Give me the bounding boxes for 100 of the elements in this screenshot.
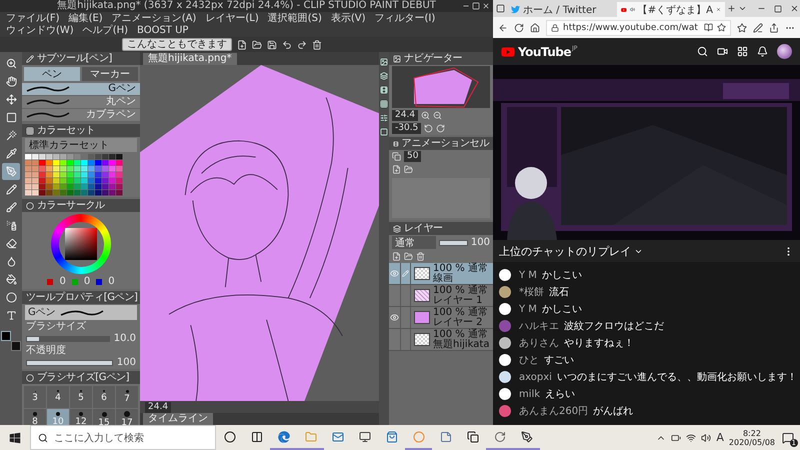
zoom-icon bbox=[6, 58, 16, 69]
brush-size-option[interactable]: 7 bbox=[116, 386, 138, 408]
brush-size-option[interactable]: 3 bbox=[24, 386, 46, 408]
share-icon[interactable] bbox=[769, 22, 779, 32]
timeline-tab[interactable]: タイムライン bbox=[143, 413, 213, 425]
brush-size-option[interactable]: 5 bbox=[70, 386, 92, 408]
layer-mode: 100 % 通常 bbox=[433, 286, 488, 296]
star-icon[interactable] bbox=[717, 23, 726, 32]
layer-row[interactable]: 100 % 通常 レイヤー 2 bbox=[389, 307, 493, 329]
layer-mode: 100 % 通常 bbox=[433, 330, 488, 340]
home-icon[interactable] bbox=[530, 22, 540, 32]
brush-size-option[interactable]: 15 bbox=[93, 409, 115, 425]
avatar[interactable] bbox=[777, 44, 792, 59]
color-swatch-grid[interactable] bbox=[25, 154, 123, 196]
zoom-out-icon[interactable] bbox=[433, 111, 442, 120]
color-set-dropdown[interactable]: 標準カラーセット bbox=[25, 138, 137, 152]
folder-icon[interactable] bbox=[252, 40, 262, 50]
new-cell-icon[interactable] bbox=[392, 165, 401, 174]
background-color-swatch[interactable] bbox=[11, 341, 21, 351]
copy-icon[interactable] bbox=[392, 152, 401, 161]
trash-icon[interactable] bbox=[312, 40, 322, 50]
close-icon[interactable] bbox=[790, 4, 799, 13]
property-slider[interactable] bbox=[26, 336, 110, 342]
menu-item[interactable]: フィルター(I) bbox=[374, 12, 436, 24]
layer-row[interactable]: 100 % 通常 線画 bbox=[389, 263, 493, 285]
menu-item[interactable]: ファイル(F) bbox=[6, 12, 60, 24]
favorites-icon[interactable] bbox=[737, 22, 747, 32]
menu-item[interactable]: レイヤー(L) bbox=[205, 12, 259, 24]
subtool-tab[interactable]: ペン bbox=[24, 67, 80, 81]
menu-item[interactable]: ヘルプ(H) bbox=[82, 24, 128, 36]
new-layer-icon[interactable] bbox=[392, 252, 401, 261]
speaker-icon[interactable] bbox=[701, 432, 712, 442]
brush-size-option[interactable]: 12 bbox=[70, 409, 92, 425]
layer-row[interactable]: 100 % 通常 無題hijikata bbox=[389, 329, 493, 351]
menu-item[interactable]: BOOST UP bbox=[137, 24, 188, 36]
close-icon[interactable] bbox=[716, 5, 721, 14]
save-icon[interactable] bbox=[267, 40, 277, 50]
hint-button[interactable]: こんなこともできます bbox=[122, 38, 232, 51]
brush-size-option[interactable]: 17 bbox=[116, 409, 138, 425]
menu-item[interactable]: 表示(V) bbox=[330, 12, 366, 24]
brush-item[interactable]: カブラペン bbox=[22, 109, 140, 122]
zoom-field[interactable]: 24.4 bbox=[145, 402, 172, 412]
wifi-icon[interactable] bbox=[686, 432, 696, 442]
search-icon[interactable] bbox=[697, 46, 708, 57]
document-tab[interactable]: 無題hijikata.png* bbox=[143, 53, 237, 65]
maximize-icon[interactable] bbox=[774, 5, 782, 13]
address-bar[interactable]: https://www.youtube.com/wat bbox=[546, 20, 731, 36]
brush-item[interactable]: Gペン bbox=[22, 83, 140, 96]
redo-icon[interactable] bbox=[297, 40, 307, 50]
apps-grid-icon[interactable] bbox=[737, 46, 748, 57]
brush-size-option[interactable]: 6 bbox=[93, 386, 115, 408]
browser-tab[interactable]: ホーム / Twitter bbox=[507, 2, 615, 17]
new-file-icon[interactable] bbox=[237, 40, 247, 50]
input-mode-indicator[interactable]: A bbox=[716, 431, 724, 444]
refresh-icon[interactable] bbox=[514, 22, 524, 32]
blend-mode-dropdown[interactable]: 通常 bbox=[392, 236, 436, 249]
chat-title[interactable]: 上位のチャットのリプレイ bbox=[499, 244, 631, 258]
menu-item[interactable]: 選択範囲(S) bbox=[268, 12, 322, 24]
search-field[interactable]: ここに入力して検索 bbox=[30, 425, 216, 450]
rotate-left-icon[interactable] bbox=[424, 124, 434, 133]
menu-item[interactable]: アニメーション(A) bbox=[112, 12, 196, 24]
speaker-icon[interactable] bbox=[630, 5, 635, 14]
subtool-tab[interactable]: マーカー bbox=[82, 67, 138, 81]
rotation-field[interactable]: -30.5 bbox=[392, 123, 422, 134]
eye-icon[interactable] bbox=[390, 313, 399, 322]
brush-size-option[interactable]: 4 bbox=[47, 386, 69, 408]
zoom-in-icon[interactable] bbox=[421, 111, 430, 120]
undo-icon[interactable] bbox=[282, 40, 292, 50]
layer-row[interactable]: 100 % 通常 レイヤー 1 bbox=[389, 285, 493, 307]
brush-item[interactable]: 丸ペン bbox=[22, 96, 140, 109]
square-icon[interactable] bbox=[380, 128, 388, 136]
chevron-down-icon[interactable] bbox=[738, 4, 747, 13]
brush-size-option[interactable]: 8 bbox=[24, 409, 46, 425]
browser-tab[interactable]: 【#くずなま】A bbox=[617, 2, 725, 17]
menu-item[interactable]: 編集(E) bbox=[68, 12, 103, 24]
clock[interactable]: 8:22 2020/05/08 bbox=[728, 428, 775, 446]
navigator-preview-drawing[interactable] bbox=[392, 66, 490, 108]
pen-icon[interactable] bbox=[753, 22, 763, 32]
brush-stroke-icon bbox=[60, 308, 104, 316]
bell-icon[interactable] bbox=[757, 46, 768, 57]
image-icon[interactable] bbox=[380, 58, 388, 66]
foreground-color-swatch[interactable] bbox=[1, 331, 11, 341]
monitor-icon bbox=[358, 430, 370, 442]
layers-icon[interactable] bbox=[380, 72, 388, 80]
windows-logo-icon[interactable] bbox=[9, 432, 21, 444]
sliders-icon[interactable] bbox=[380, 114, 388, 122]
reading-view-icon[interactable] bbox=[704, 23, 713, 32]
video-camera-icon[interactable] bbox=[717, 46, 728, 57]
tab-actions-icon[interactable] bbox=[496, 4, 505, 13]
back-icon[interactable] bbox=[498, 22, 508, 32]
battery-icon[interactable] bbox=[671, 432, 682, 442]
zoom-field[interactable]: 24.4 bbox=[392, 110, 418, 121]
grid-icon[interactable] bbox=[380, 100, 388, 108]
film-icon[interactable] bbox=[380, 86, 388, 94]
frame-count-field[interactable]: 50 bbox=[404, 151, 422, 162]
play-logo-icon[interactable] bbox=[501, 44, 515, 58]
menu-item[interactable]: ウィンドウ(W) bbox=[6, 24, 74, 36]
new-tab-icon[interactable] bbox=[727, 4, 736, 13]
rotate-right-icon[interactable] bbox=[436, 124, 446, 133]
site-logo[interactable]: YouTube bbox=[518, 44, 572, 58]
